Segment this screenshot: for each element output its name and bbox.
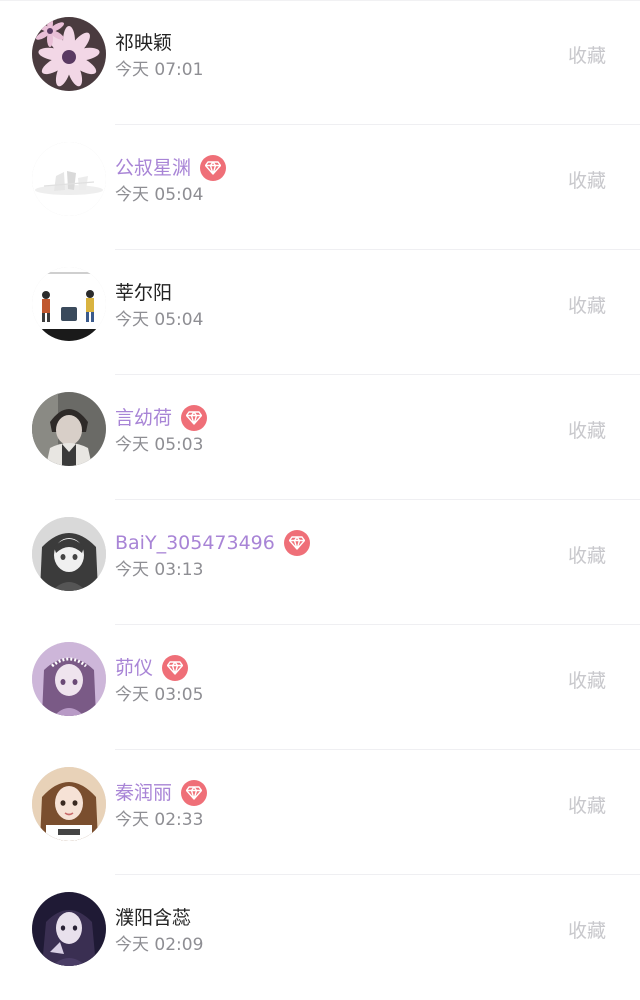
dark-portrait-photo-icon [32, 892, 106, 966]
user-name[interactable]: 言幼荷 [115, 405, 172, 431]
favorite-button[interactable]: 收藏 [568, 418, 606, 444]
favorite-button[interactable]: 收藏 [568, 293, 606, 319]
name-line: 言幼荷 [115, 405, 208, 431]
boy-portrait-photo-icon [32, 392, 106, 466]
vip-diamond-icon [200, 155, 227, 181]
pink-daisy-photo-icon [32, 17, 106, 91]
list-item[interactable]: 公叔星渊 今天 05:04 收藏 [0, 125, 640, 250]
list-item[interactable]: 言幼荷 今天 05:03 收藏 [0, 375, 640, 500]
name-line: 茆仪 [115, 655, 189, 681]
girl-selfie-photo-icon [32, 767, 106, 841]
avatar[interactable] [32, 267, 106, 341]
timestamp: 今天 03:05 [115, 685, 204, 705]
timestamp: 今天 03:13 [115, 560, 204, 580]
list-item[interactable]: 秦润丽 今天 02:33 收藏 [0, 750, 640, 875]
avatar[interactable] [32, 767, 106, 841]
name-line: 莘尔阳 [115, 280, 172, 306]
list-item[interactable]: BaiY_305473496 今天 03:13 收藏 [0, 500, 640, 625]
favorite-button[interactable]: 收藏 [568, 793, 606, 819]
timestamp: 今天 02:33 [115, 810, 204, 830]
name-line: BaiY_305473496 [115, 530, 310, 556]
avatar[interactable] [32, 892, 106, 966]
avatar[interactable] [32, 517, 106, 591]
avatar[interactable] [32, 142, 106, 216]
favorite-button[interactable]: 收藏 [568, 43, 606, 69]
user-name[interactable]: 祁映颖 [115, 30, 172, 56]
vip-diamond-icon [181, 405, 208, 431]
name-line: 公叔星渊 [115, 155, 227, 181]
timestamp: 今天 05:03 [115, 435, 204, 455]
user-name[interactable]: 莘尔阳 [115, 280, 172, 306]
travelers-illustration-icon [32, 267, 106, 341]
favorite-button[interactable]: 收藏 [568, 543, 606, 569]
vip-diamond-icon [283, 530, 310, 556]
user-name[interactable]: 公叔星渊 [115, 155, 191, 181]
avatar[interactable] [32, 17, 106, 91]
name-line: 濮阳含蕊 [115, 905, 191, 931]
name-line: 秦润丽 [115, 780, 208, 806]
favorite-button[interactable]: 收藏 [568, 918, 606, 944]
avatar[interactable] [32, 642, 106, 716]
list-item[interactable]: 茆仪 今天 03:05 收藏 [0, 625, 640, 750]
user-name[interactable]: BaiY_305473496 [115, 530, 275, 556]
name-line: 祁映颖 [115, 30, 172, 56]
user-name[interactable]: 秦润丽 [115, 780, 172, 806]
follow-list: 祁映颖 今天 07:01 收藏 公叔星渊 今天 05:04 收藏 莘尔阳 今天 … [0, 0, 640, 967]
vip-diamond-icon [181, 780, 208, 806]
avatar[interactable] [32, 392, 106, 466]
vip-diamond-icon [162, 655, 189, 681]
timestamp: 今天 05:04 [115, 185, 204, 205]
list-item[interactable]: 祁映颖 今天 07:01 收藏 [0, 0, 640, 125]
anime-girl-gray-icon [32, 517, 106, 591]
favorite-button[interactable]: 收藏 [568, 668, 606, 694]
faded-sketch-photo-icon [32, 142, 106, 216]
user-name[interactable]: 茆仪 [115, 655, 153, 681]
anime-girl-purple-icon [32, 642, 106, 716]
timestamp: 今天 05:04 [115, 310, 204, 330]
timestamp: 今天 07:01 [115, 60, 204, 80]
list-item[interactable]: 濮阳含蕊 今天 02:09 收藏 [0, 875, 640, 1000]
favorite-button[interactable]: 收藏 [568, 168, 606, 194]
user-name[interactable]: 濮阳含蕊 [115, 905, 191, 931]
timestamp: 今天 02:09 [115, 935, 204, 955]
list-item[interactable]: 莘尔阳 今天 05:04 收藏 [0, 250, 640, 375]
